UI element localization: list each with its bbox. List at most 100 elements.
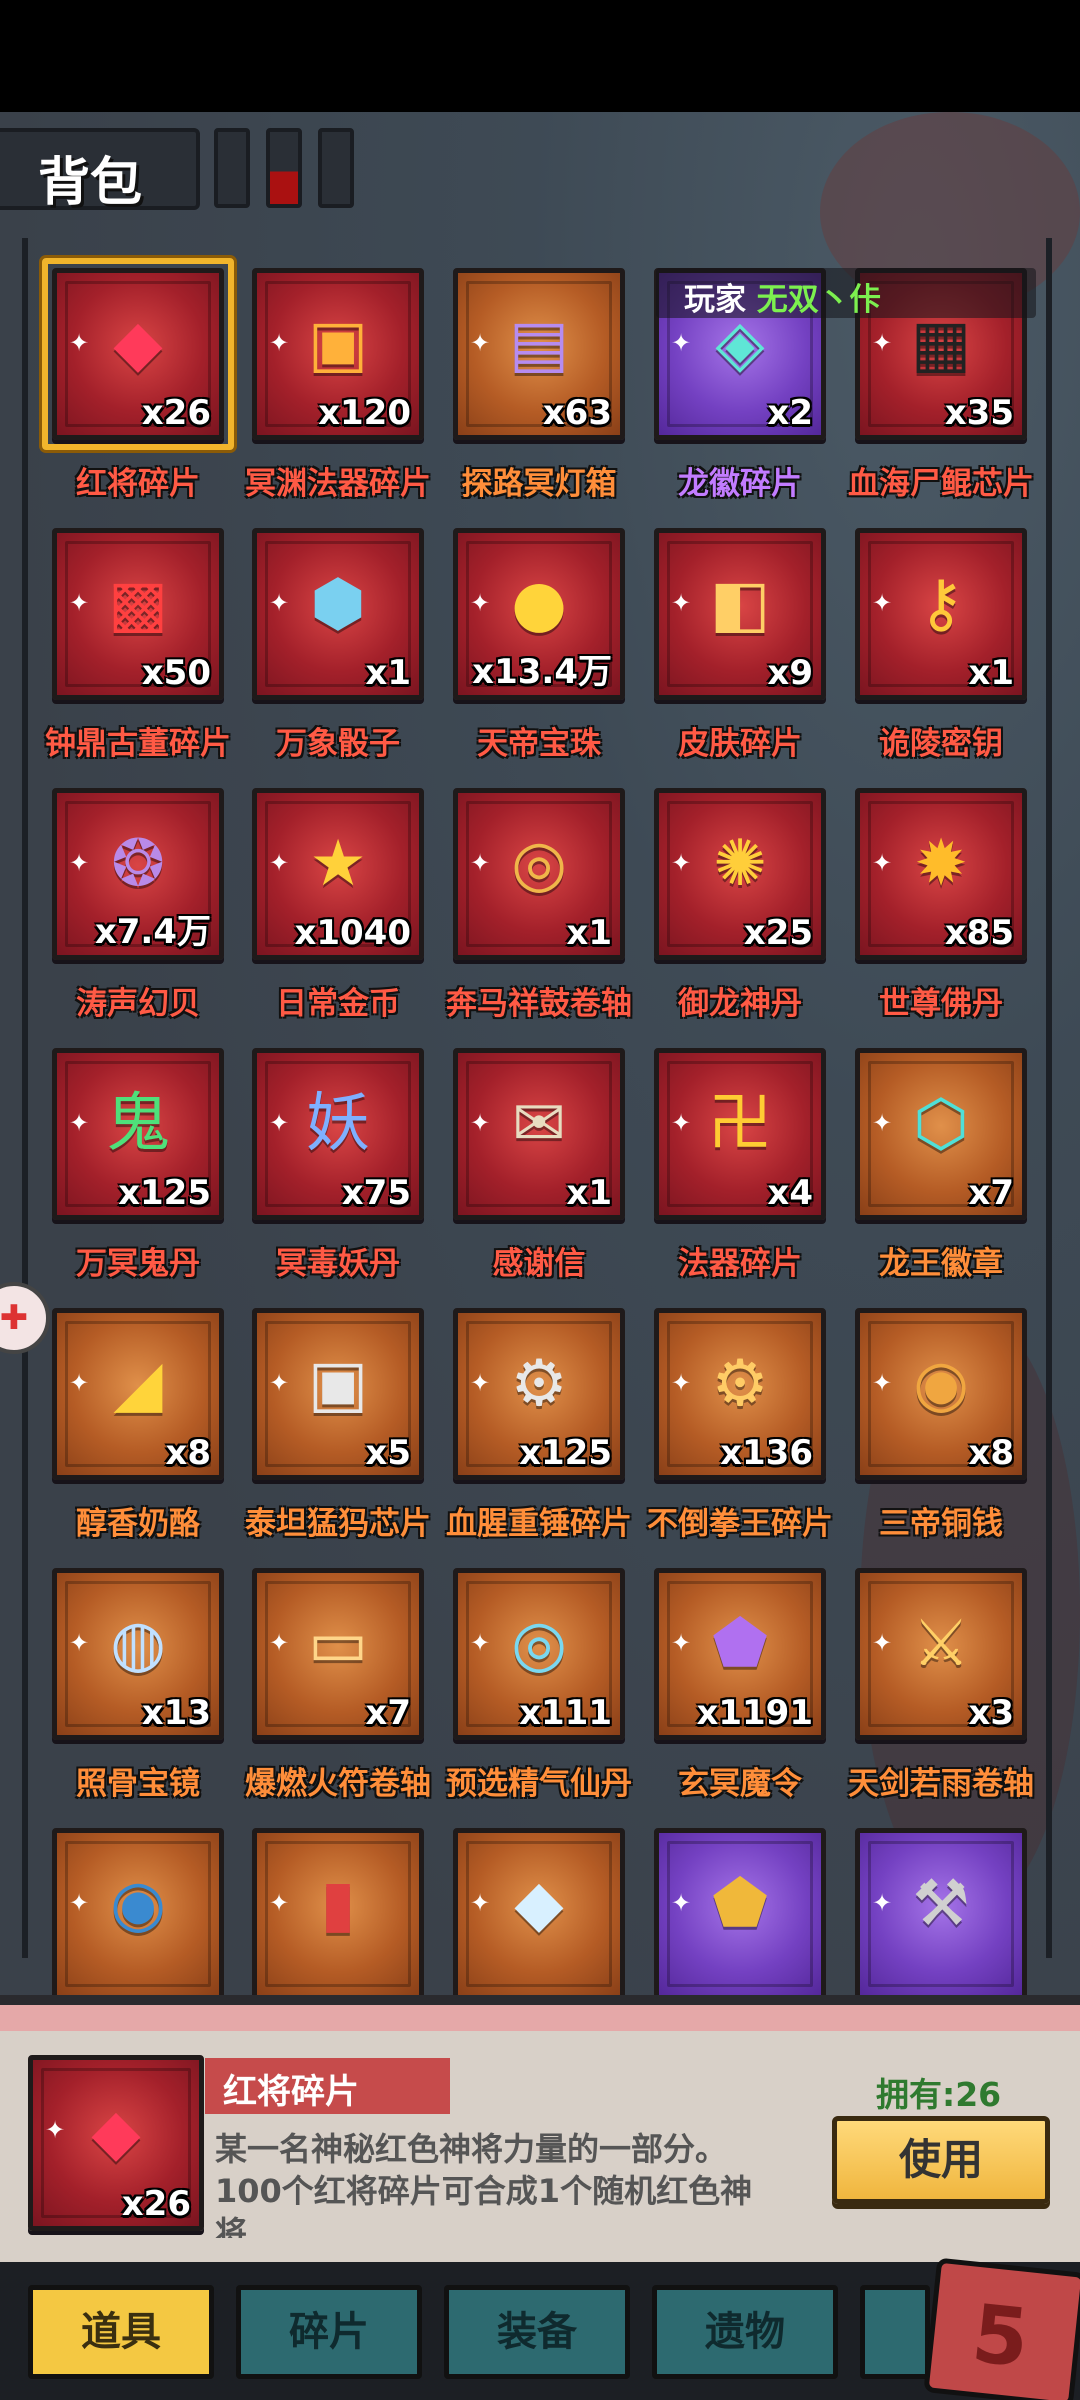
dragon-pill-icon: ✺ — [713, 827, 767, 902]
player-name: 无双丶佧 — [756, 282, 881, 318]
item-tile[interactable]: ◢ ✦ x8 — [52, 1308, 224, 1480]
item-tile[interactable]: ⬡ ✦ x7 — [855, 1048, 1027, 1220]
inventory-item[interactable]: ★ ✦ x1040 日常金币 — [240, 778, 424, 1040]
item-qty: x7 — [365, 1693, 411, 1733]
header-tab-2[interactable] — [266, 128, 302, 208]
inventory-item[interactable]: 卍 ✦ x4 法器碎片 — [642, 1038, 826, 1300]
item-tile[interactable]: ▤ ✦ x63 — [453, 268, 625, 440]
player-label: 玩家 — [684, 282, 746, 318]
tab-relics[interactable]: 遗物 — [652, 2285, 838, 2379]
item-qty: x85 — [944, 913, 1014, 953]
item-qty: x35 — [944, 393, 1014, 433]
item-name: 世尊佛丹 — [879, 986, 1003, 1022]
inventory-item[interactable]: ⚙ ✦ x136 不倒拳王碎片 — [642, 1298, 833, 1560]
inventory-item[interactable]: ▣ ✦ x5 泰坦猛犸芯片 — [240, 1298, 431, 1560]
inventory-item[interactable]: 妖 ✦ x75 冥毒妖丹 — [240, 1038, 424, 1300]
desc-line: 某一名神秘红色神将力量的一部分。 — [215, 2130, 728, 2168]
inventory-item[interactable]: ◢ ✦ x8 醇香奶酪 — [40, 1298, 224, 1560]
demon-token-icon: ⬟ — [712, 1607, 768, 1682]
item-tile[interactable]: ⚔ ✦ x3 — [855, 1568, 1027, 1740]
tab-more[interactable] — [860, 2285, 930, 2379]
item-qty: x4 — [767, 1173, 813, 1213]
skin-shard-icon: ◧ — [709, 567, 771, 642]
item-tile[interactable]: ▣ ✦ x5 — [252, 1308, 424, 1480]
item-tile[interactable]: ✹ ✦ x85 — [855, 788, 1027, 960]
item-tile[interactable]: ✺ ✦ x25 — [654, 788, 826, 960]
inventory-item[interactable]: ⚷ ✦ x1 诡陵密钥 — [843, 518, 1027, 780]
inventory-item[interactable]: ✺ ✦ x25 御龙神丹 — [642, 778, 826, 1040]
item-qty: x25 — [743, 913, 813, 953]
item-tile[interactable]: ⬟ ✦ — [654, 1828, 826, 2000]
golden-orb-icon: ● — [511, 567, 567, 642]
header-tab-3[interactable] — [318, 128, 354, 208]
inventory-item[interactable]: ⬟ ✦ x1191 玄冥魔令 — [642, 1558, 826, 1820]
inventory-item[interactable]: ◧ ✦ x9 皮肤碎片 — [642, 518, 826, 780]
inventory-item[interactable]: ▤ ✦ x63 探路冥灯箱 — [441, 258, 625, 520]
item-qty: x9 — [767, 653, 813, 693]
inventory-item[interactable]: ⬡ ✦ x7 龙王徽章 — [843, 1038, 1027, 1300]
item-qty: x63 — [542, 393, 612, 433]
item-tile[interactable]: ★ ✦ x1040 — [252, 788, 424, 960]
item-tile[interactable]: ◎ ✦ x111 — [453, 1568, 625, 1740]
inventory-item[interactable]: ◎ ✦ x111 预选精气仙丹 — [441, 1558, 632, 1820]
item-tile[interactable]: ▭ ✦ x7 — [252, 1568, 424, 1740]
inventory-item[interactable]: ◍ ✦ x13 照骨宝镜 — [40, 1558, 224, 1820]
inventory-item[interactable]: ⚙ ✦ x125 血腥重锤碎片 — [441, 1298, 632, 1560]
item-qty: x2 — [767, 393, 813, 433]
item-tile[interactable]: ✉ ✦ x1 — [453, 1048, 625, 1220]
tab-fragments[interactable]: 碎片 — [236, 2285, 422, 2379]
item-tile[interactable]: ⚙ ✦ x125 — [453, 1308, 625, 1480]
tab-equipment[interactable]: 装备 — [444, 2285, 630, 2379]
item-tile[interactable]: ▮ ✦ — [252, 1828, 424, 2000]
hammer-shard-icon: ⚙ — [510, 1347, 568, 1422]
inventory-item[interactable]: ❂ ✦ x7.4万 涛声幻贝 — [40, 778, 224, 1040]
dice-icon: ⬢ — [310, 567, 366, 642]
item-tile[interactable]: ◎ ✦ x1 — [453, 788, 625, 960]
tab-items[interactable]: 道具 — [28, 2285, 214, 2379]
item-tile[interactable]: 鬼 ✦ x125 — [52, 1048, 224, 1220]
item-tile[interactable]: ◉ ✦ — [52, 1828, 224, 2000]
card-icon[interactable]: 5 — [923, 2257, 1080, 2400]
item-qty: x3 — [968, 1693, 1014, 1733]
shell-icon: ❂ — [111, 827, 165, 902]
item-tile[interactable]: ❂ ✦ x7.4万 — [52, 788, 224, 960]
inventory-item[interactable]: ▩ ✦ x50 钟鼎古董碎片 — [40, 518, 231, 780]
inventory-item[interactable]: ✉ ✦ x1 感谢信 — [441, 1038, 625, 1300]
item-tile[interactable]: ◍ ✦ x13 — [52, 1568, 224, 1740]
item-tile[interactable]: ⚒ ✦ — [855, 1828, 1027, 2000]
item-qty: x1 — [566, 1173, 612, 1213]
item-tile[interactable]: ▣ ✦ x120 — [252, 268, 424, 440]
inventory-item[interactable]: 鬼 ✦ x125 万冥鬼丹 — [40, 1038, 224, 1300]
item-tile[interactable]: ⬢ ✦ x1 — [252, 528, 424, 700]
item-tile[interactable]: ⚙ ✦ x136 — [654, 1308, 826, 1480]
item-tile[interactable]: ⚷ ✦ x1 — [855, 528, 1027, 700]
item-description: 某一名神秘红色神将力量的一部分。 100个红将碎片可合成1个随机红色神 将 — [215, 2128, 815, 2238]
key-icon: ⚷ — [917, 567, 965, 642]
inventory-item[interactable]: ◎ ✦ x1 奔马祥鼓卷轴 — [441, 778, 632, 1040]
inventory-item[interactable]: ◆ ✦ x26 红将碎片 — [40, 258, 234, 520]
inventory-item[interactable]: ◉ ✦ x8 三帝铜钱 — [843, 1298, 1027, 1560]
item-tile[interactable]: 卍 ✦ x4 — [654, 1048, 826, 1220]
vase-medal-icon: ◉ — [110, 1867, 166, 1942]
item-tile[interactable]: ⬟ ✦ x1191 — [654, 1568, 826, 1740]
header-tab-1[interactable] — [214, 128, 250, 208]
item-tile[interactable]: ● ✦ x13.4万 — [453, 528, 625, 700]
inventory-item[interactable]: ● ✦ x13.4万 天帝宝珠 — [441, 518, 625, 780]
inventory-item[interactable]: ⬢ ✦ x1 万象骰子 — [240, 518, 424, 780]
item-qty: x75 — [341, 1173, 411, 1213]
banner-scroll-icon: ▮ — [320, 1867, 356, 1942]
inventory-item[interactable]: ⚔ ✦ x3 天剑若雨卷轴 — [843, 1558, 1034, 1820]
item-tile[interactable]: ◧ ✦ x9 — [654, 528, 826, 700]
selected-item-icon: ◆ ✦ x26 — [28, 2055, 208, 2235]
inventory-item[interactable]: ▣ ✦ x120 冥渊法器碎片 — [240, 258, 431, 520]
inventory-item[interactable]: ✹ ✦ x85 世尊佛丹 — [843, 778, 1027, 1040]
inventory-item[interactable]: ▭ ✦ x7 爆燃火符卷轴 — [240, 1558, 431, 1820]
item-tile[interactable]: ◆ ✦ — [453, 1828, 625, 2000]
antique-fragment-icon: ▩ — [107, 567, 169, 642]
item-tile[interactable]: ◉ ✦ x8 — [855, 1308, 1027, 1480]
axe-emblem-icon: ⚒ — [912, 1867, 970, 1942]
use-button[interactable]: 使用 — [832, 2116, 1050, 2204]
boxer-shard-icon: ⚙ — [711, 1347, 769, 1422]
item-tile[interactable]: ▩ ✦ x50 — [52, 528, 224, 700]
item-tile[interactable]: 妖 ✦ x75 — [252, 1048, 424, 1220]
